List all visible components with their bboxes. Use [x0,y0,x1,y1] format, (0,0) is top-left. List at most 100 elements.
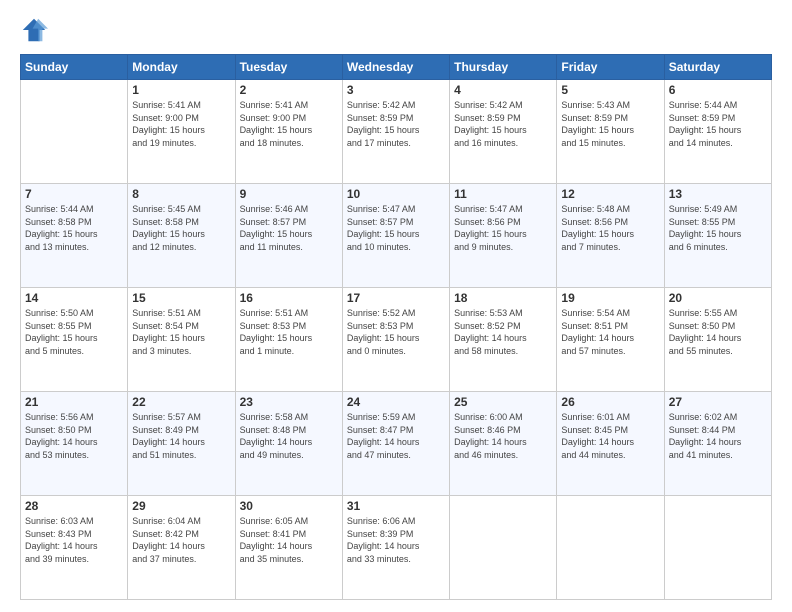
calendar-day-cell: 2 Sunrise: 5:41 AM Sunset: 9:00 PM Daylig… [235,80,342,184]
page: SundayMondayTuesdayWednesdayThursdayFrid… [0,0,792,612]
day-number: 11 [454,187,552,201]
day-info: Sunrise: 5:57 AM Sunset: 8:49 PM Dayligh… [132,411,230,461]
day-number: 6 [669,83,767,97]
day-number: 13 [669,187,767,201]
day-info: Sunrise: 6:06 AM Sunset: 8:39 PM Dayligh… [347,515,445,565]
calendar-day-cell: 26 Sunrise: 6:01 AM Sunset: 8:45 PM Dayli… [557,392,664,496]
calendar-day-cell: 15 Sunrise: 5:51 AM Sunset: 8:54 PM Dayli… [128,288,235,392]
day-info: Sunrise: 5:50 AM Sunset: 8:55 PM Dayligh… [25,307,123,357]
calendar-day-cell: 20 Sunrise: 5:55 AM Sunset: 8:50 PM Dayli… [664,288,771,392]
day-number: 17 [347,291,445,305]
calendar-day-cell: 16Sunrise: 5:51 AM Sunset: 8:53 PM Dayli… [235,288,342,392]
col-header-thursday: Thursday [450,55,557,80]
calendar-day-cell: 24Sunrise: 5:59 AM Sunset: 8:47 PM Dayli… [342,392,449,496]
calendar-header-row: SundayMondayTuesdayWednesdayThursdayFrid… [21,55,772,80]
day-info: Sunrise: 5:55 AM Sunset: 8:50 PM Dayligh… [669,307,767,357]
col-header-sunday: Sunday [21,55,128,80]
day-info: Sunrise: 5:52 AM Sunset: 8:53 PM Dayligh… [347,307,445,357]
col-header-saturday: Saturday [664,55,771,80]
day-number: 21 [25,395,123,409]
day-number: 14 [25,291,123,305]
day-number: 9 [240,187,338,201]
day-number: 22 [132,395,230,409]
calendar-week-row: 1 Sunrise: 5:41 AM Sunset: 9:00 PM Daylig… [21,80,772,184]
day-number: 7 [25,187,123,201]
day-info: Sunrise: 5:41 AM Sunset: 9:00 PM Dayligh… [132,99,230,149]
calendar-day-cell: 28 Sunrise: 6:03 AM Sunset: 8:43 PM Dayli… [21,496,128,600]
day-info: Sunrise: 5:56 AM Sunset: 8:50 PM Dayligh… [25,411,123,461]
day-info: Sunrise: 6:03 AM Sunset: 8:43 PM Dayligh… [25,515,123,565]
calendar-day-cell: 7 Sunrise: 5:44 AM Sunset: 8:58 PM Daylig… [21,184,128,288]
day-info: Sunrise: 5:44 AM Sunset: 8:59 PM Dayligh… [669,99,767,149]
calendar-day-cell: 10Sunrise: 5:47 AM Sunset: 8:57 PM Dayli… [342,184,449,288]
day-info: Sunrise: 6:01 AM Sunset: 8:45 PM Dayligh… [561,411,659,461]
day-number: 28 [25,499,123,513]
calendar-day-cell: 19 Sunrise: 5:54 AM Sunset: 8:51 PM Dayli… [557,288,664,392]
day-number: 12 [561,187,659,201]
calendar-week-row: 28 Sunrise: 6:03 AM Sunset: 8:43 PM Dayli… [21,496,772,600]
day-info: Sunrise: 5:54 AM Sunset: 8:51 PM Dayligh… [561,307,659,357]
calendar-day-cell: 9 Sunrise: 5:46 AM Sunset: 8:57 PM Daylig… [235,184,342,288]
day-number: 27 [669,395,767,409]
day-info: Sunrise: 5:44 AM Sunset: 8:58 PM Dayligh… [25,203,123,253]
day-info: Sunrise: 6:05 AM Sunset: 8:41 PM Dayligh… [240,515,338,565]
day-info: Sunrise: 5:48 AM Sunset: 8:56 PM Dayligh… [561,203,659,253]
calendar-day-cell: 23Sunrise: 5:58 AM Sunset: 8:48 PM Dayli… [235,392,342,496]
day-info: Sunrise: 6:02 AM Sunset: 8:44 PM Dayligh… [669,411,767,461]
calendar-day-cell: 18 Sunrise: 5:53 AM Sunset: 8:52 PM Dayli… [450,288,557,392]
day-number: 26 [561,395,659,409]
logo-icon [20,16,48,44]
day-info: Sunrise: 6:04 AM Sunset: 8:42 PM Dayligh… [132,515,230,565]
day-number: 19 [561,291,659,305]
calendar-week-row: 21 Sunrise: 5:56 AM Sunset: 8:50 PM Dayli… [21,392,772,496]
day-number: 30 [240,499,338,513]
day-info: Sunrise: 5:42 AM Sunset: 8:59 PM Dayligh… [454,99,552,149]
day-info: Sunrise: 6:00 AM Sunset: 8:46 PM Dayligh… [454,411,552,461]
calendar-day-cell: 25 Sunrise: 6:00 AM Sunset: 8:46 PM Dayli… [450,392,557,496]
calendar-week-row: 7 Sunrise: 5:44 AM Sunset: 8:58 PM Daylig… [21,184,772,288]
calendar-empty-cell [450,496,557,600]
day-number: 4 [454,83,552,97]
day-number: 5 [561,83,659,97]
day-number: 25 [454,395,552,409]
col-header-monday: Monday [128,55,235,80]
calendar-empty-cell [21,80,128,184]
day-number: 18 [454,291,552,305]
logo [20,16,52,44]
day-info: Sunrise: 5:58 AM Sunset: 8:48 PM Dayligh… [240,411,338,461]
calendar-day-cell: 13 Sunrise: 5:49 AM Sunset: 8:55 PM Dayli… [664,184,771,288]
calendar-day-cell: 5 Sunrise: 5:43 AM Sunset: 8:59 PM Daylig… [557,80,664,184]
day-info: Sunrise: 5:46 AM Sunset: 8:57 PM Dayligh… [240,203,338,253]
day-number: 10 [347,187,445,201]
calendar-day-cell: 21 Sunrise: 5:56 AM Sunset: 8:50 PM Dayli… [21,392,128,496]
calendar-day-cell: 1 Sunrise: 5:41 AM Sunset: 9:00 PM Daylig… [128,80,235,184]
day-number: 8 [132,187,230,201]
day-info: Sunrise: 5:53 AM Sunset: 8:52 PM Dayligh… [454,307,552,357]
day-info: Sunrise: 5:51 AM Sunset: 8:54 PM Dayligh… [132,307,230,357]
calendar-day-cell: 4 Sunrise: 5:42 AM Sunset: 8:59 PM Daylig… [450,80,557,184]
day-number: 2 [240,83,338,97]
day-number: 1 [132,83,230,97]
calendar-empty-cell [557,496,664,600]
calendar-day-cell: 27 Sunrise: 6:02 AM Sunset: 8:44 PM Dayli… [664,392,771,496]
calendar-day-cell: 8Sunrise: 5:45 AM Sunset: 8:58 PM Daylig… [128,184,235,288]
day-number: 31 [347,499,445,513]
day-info: Sunrise: 5:59 AM Sunset: 8:47 PM Dayligh… [347,411,445,461]
day-info: Sunrise: 5:49 AM Sunset: 8:55 PM Dayligh… [669,203,767,253]
calendar-week-row: 14 Sunrise: 5:50 AM Sunset: 8:55 PM Dayli… [21,288,772,392]
col-header-friday: Friday [557,55,664,80]
day-info: Sunrise: 5:42 AM Sunset: 8:59 PM Dayligh… [347,99,445,149]
day-info: Sunrise: 5:51 AM Sunset: 8:53 PM Dayligh… [240,307,338,357]
day-number: 3 [347,83,445,97]
calendar-day-cell: 29Sunrise: 6:04 AM Sunset: 8:42 PM Dayli… [128,496,235,600]
day-number: 15 [132,291,230,305]
calendar-day-cell: 14 Sunrise: 5:50 AM Sunset: 8:55 PM Dayli… [21,288,128,392]
calendar-day-cell: 30 Sunrise: 6:05 AM Sunset: 8:41 PM Dayli… [235,496,342,600]
day-info: Sunrise: 5:43 AM Sunset: 8:59 PM Dayligh… [561,99,659,149]
calendar-table: SundayMondayTuesdayWednesdayThursdayFrid… [20,54,772,600]
calendar-day-cell: 3 Sunrise: 5:42 AM Sunset: 8:59 PM Daylig… [342,80,449,184]
col-header-tuesday: Tuesday [235,55,342,80]
day-info: Sunrise: 5:41 AM Sunset: 9:00 PM Dayligh… [240,99,338,149]
day-number: 20 [669,291,767,305]
calendar-day-cell: 11Sunrise: 5:47 AM Sunset: 8:56 PM Dayli… [450,184,557,288]
